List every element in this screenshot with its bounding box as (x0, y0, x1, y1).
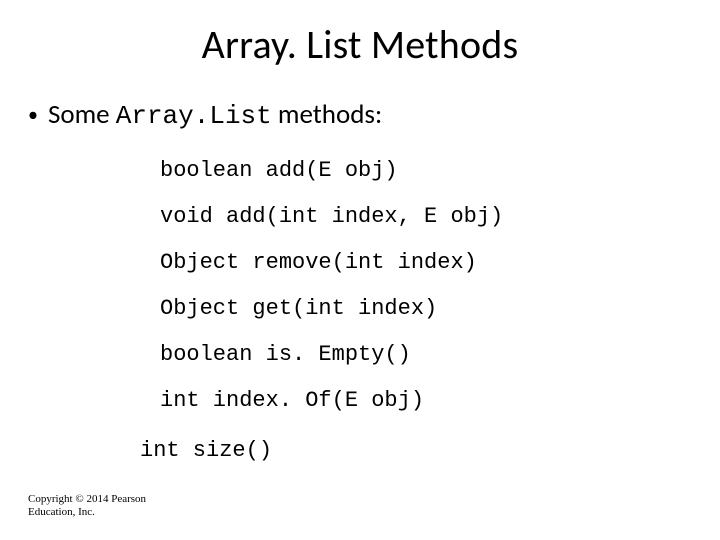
bullet-suffix: methods: (272, 98, 382, 131)
bullet-dot-icon: • (28, 102, 38, 129)
bullet-line: • Some Array.List methods: (28, 98, 382, 131)
method-item: void add(int index, E obj) (160, 206, 503, 228)
bullet-prefix: Some (48, 98, 116, 131)
method-item: int size() (140, 438, 272, 463)
methods-list: boolean add(E obj) void add(int index, E… (160, 160, 503, 436)
method-item: Object get(int index) (160, 298, 503, 320)
copyright-line1: Copyright © 2014 Pearson (28, 493, 146, 505)
slide: Array. List Methods • Some Array.List me… (0, 0, 720, 540)
method-item: boolean add(E obj) (160, 160, 503, 182)
method-item: Object remove(int index) (160, 252, 503, 274)
copyright-line2: Education, Inc. (28, 506, 95, 518)
bullet-text: Some Array.List methods: (48, 98, 382, 131)
slide-title: Array. List Methods (0, 20, 720, 69)
method-item: boolean is. Empty() (160, 344, 503, 366)
bullet-code: Array.List (116, 101, 272, 131)
method-item: int index. Of(E obj) (160, 390, 503, 412)
copyright-text: Copyright © 2014 Pearson Education, Inc. (28, 493, 146, 521)
